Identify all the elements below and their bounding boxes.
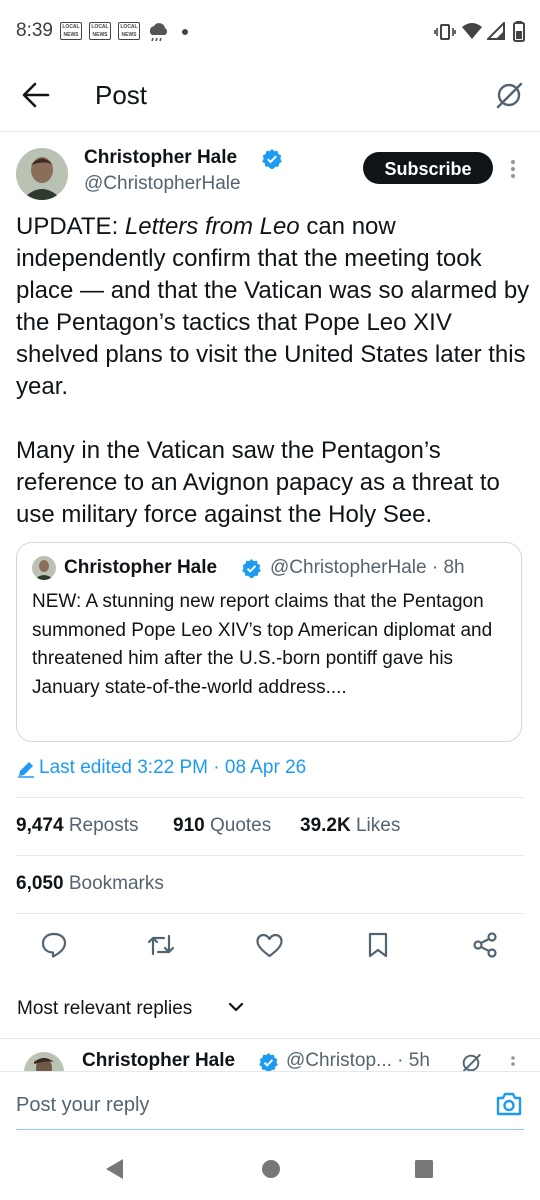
reply-meta: @Christop... · 5h: [286, 1050, 430, 1071]
page-title: Post: [95, 80, 148, 110]
grok-icon: [496, 82, 523, 109]
nav-back-button[interactable]: [104, 1158, 124, 1180]
author-handle[interactable]: @ChristopherHale: [84, 173, 241, 195]
post-text: UPDATE: Letters from Leo can now indepen…: [16, 211, 530, 531]
news-notification-icon: LOCAL NEWS: [89, 22, 111, 40]
weather-icon: [146, 21, 170, 43]
signal-icon: [487, 22, 505, 40]
heart-icon: [256, 933, 283, 958]
more-options-button[interactable]: [507, 158, 519, 180]
quote-avatar: [32, 556, 56, 580]
publication-name: Letters from Leo: [124, 213, 300, 240]
arrow-left-icon: [22, 82, 50, 108]
bookmark-icon: [368, 932, 388, 958]
system-nav-bar: [0, 1138, 540, 1200]
more-vertical-icon: [511, 160, 515, 178]
quotes-stat[interactable]: 910 Quotes: [173, 815, 271, 837]
status-bar: 8:39 LOCAL NEWS LOCAL NEWS LOCAL NEWS: [0, 0, 540, 66]
last-edited-link[interactable]: Last edited 3:22 PM · 08 Apr 26: [39, 757, 306, 779]
repost-icon: [147, 934, 175, 956]
avatar[interactable]: [16, 148, 68, 200]
battery-icon: [513, 21, 525, 42]
reply-input[interactable]: Post your reply: [16, 1094, 149, 1117]
more-vertical-icon[interactable]: [507, 1055, 519, 1071]
input-underline: [16, 1129, 524, 1130]
reply-icon: [41, 932, 67, 958]
post-paragraph: Many in the Vatican saw the Pentagon’s r…: [16, 437, 500, 528]
square-recents-icon: [415, 1160, 433, 1178]
divider: [16, 855, 524, 856]
quote-author-name: Christopher Hale: [64, 557, 218, 578]
news-notification-icon: LOCAL NEWS: [60, 22, 82, 40]
camera-icon: [496, 1092, 522, 1116]
quote-text: NEW: A stunning new report claims that t…: [32, 591, 493, 698]
divider: [16, 797, 524, 798]
camera-button[interactable]: [495, 1091, 523, 1117]
author-name[interactable]: Christopher Hale: [84, 147, 237, 169]
news-notification-icon: LOCAL NEWS: [118, 22, 140, 40]
status-time: 8:39: [16, 20, 53, 41]
verified-badge-icon: [259, 1053, 278, 1072]
share-button[interactable]: [472, 932, 498, 958]
back-button[interactable]: [22, 82, 50, 108]
circle-home-icon: [262, 1160, 280, 1178]
bookmark-button[interactable]: [367, 932, 389, 958]
nav-recents-button[interactable]: [414, 1159, 434, 1179]
repost-button[interactable]: [147, 932, 175, 958]
verified-badge-icon: [242, 559, 261, 578]
divider: [0, 131, 540, 132]
subscribe-button[interactable]: Subscribe: [363, 152, 493, 184]
bookmarks-stat[interactable]: 6,050 Bookmarks: [16, 873, 164, 895]
reply-sort-dropdown[interactable]: Most relevant replies: [17, 998, 192, 1020]
edit-pencil-icon: [17, 760, 35, 778]
vibrate-icon: [434, 22, 456, 42]
divider: [16, 913, 524, 914]
share-icon: [473, 932, 497, 958]
nav-home-button[interactable]: [261, 1159, 281, 1179]
like-button[interactable]: [256, 933, 283, 958]
triangle-back-icon: [106, 1159, 123, 1179]
reply-avatar[interactable]: [24, 1052, 64, 1072]
divider: [0, 1038, 540, 1039]
chevron-down-icon[interactable]: [229, 1002, 243, 1012]
reply-button[interactable]: [41, 932, 67, 958]
verified-badge-icon: [262, 149, 282, 169]
reposts-stat[interactable]: 9,474 Reposts: [16, 815, 139, 837]
reply-author-name[interactable]: Christopher Hale: [82, 1050, 235, 1072]
likes-stat[interactable]: 39.2K Likes: [300, 815, 400, 837]
quote-meta: @ChristopherHale · 8h: [270, 557, 465, 578]
wifi-icon: [461, 22, 483, 40]
notification-dot-icon: [182, 29, 188, 35]
grok-button[interactable]: [494, 80, 524, 110]
